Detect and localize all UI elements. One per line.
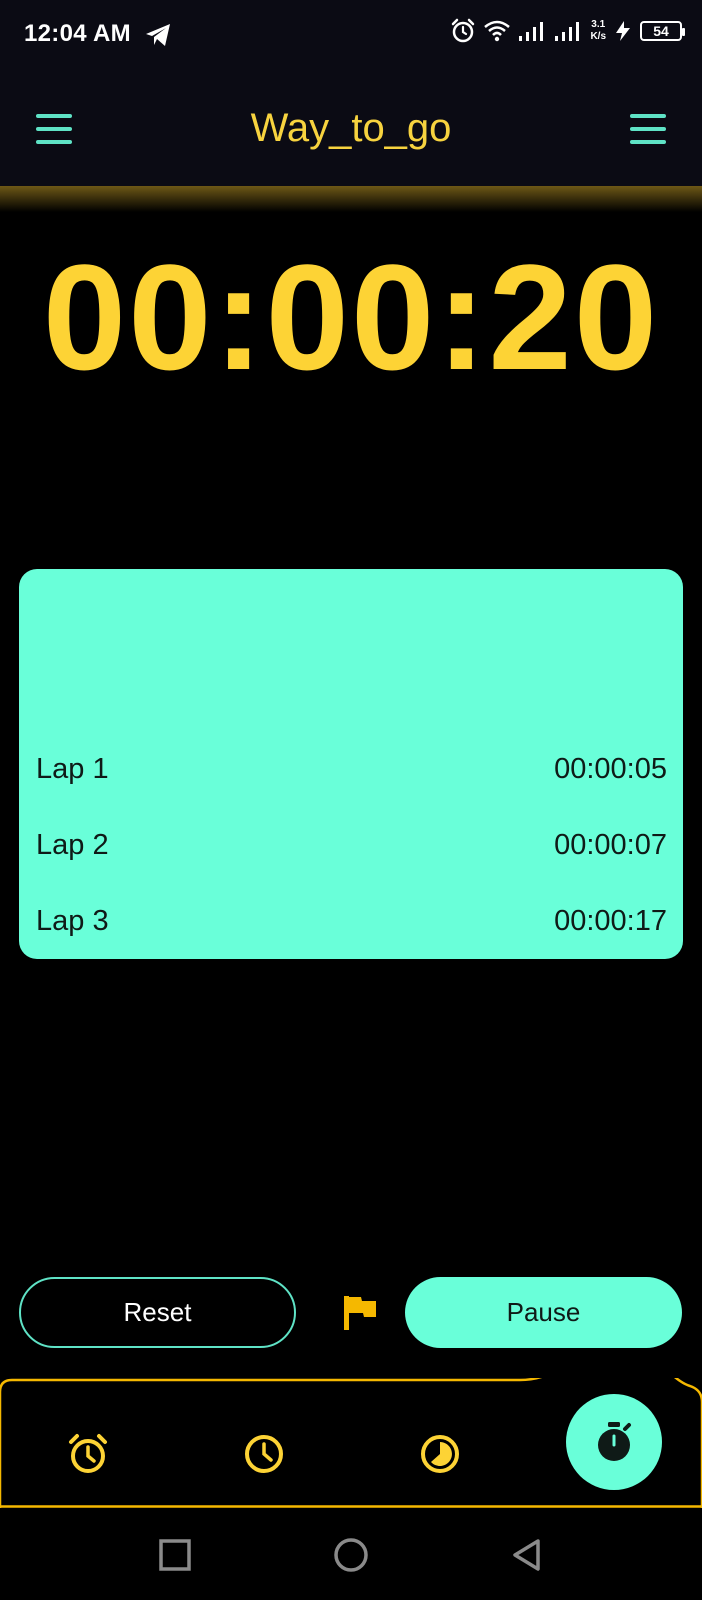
telegram-icon (146, 24, 170, 46)
reset-button-label: Reset (123, 1297, 192, 1327)
lap-label: Lap 1 (36, 752, 109, 785)
lap-row: Lap 1 00:00:05 (19, 731, 683, 807)
battery-level: 54 (653, 23, 669, 39)
reset-button[interactable]: Reset (19, 1277, 296, 1348)
pause-button-label: Pause (506, 1297, 581, 1327)
lap-list: Lap 1 00:00:05 Lap 2 00:00:07 Lap 3 00:0… (19, 731, 683, 959)
status-time: 12:04 AM (24, 20, 131, 47)
lap-time: 00:00:17 (554, 904, 667, 937)
stopwatch-tab[interactable] (566, 1394, 662, 1490)
stopwatch-display: 00:00:20 (42, 233, 660, 401)
recents-icon[interactable] (156, 1536, 194, 1574)
charging-icon (616, 21, 630, 41)
network-speed-unit: K/s (590, 31, 606, 42)
lap-row: Lap 2 00:00:07 (19, 807, 683, 883)
lap-row: Lap 3 00:00:17 (19, 883, 683, 959)
alarm-icon[interactable] (66, 1432, 110, 1476)
pause-button[interactable]: Pause (405, 1277, 682, 1348)
clock-icon[interactable] (242, 1432, 286, 1476)
battery-icon: 54 (640, 21, 685, 41)
lap-time: 00:00:07 (554, 828, 667, 861)
home-icon[interactable] (332, 1536, 370, 1574)
timer-icon[interactable] (418, 1432, 462, 1476)
laps-card: Lap 1 00:00:05 Lap 2 00:00:07 Lap 3 00:0… (19, 569, 683, 959)
network-speed-value: 3.1 (591, 19, 606, 30)
app-bar: Way_to_go (0, 72, 702, 186)
lap-label: Lap 2 (36, 828, 109, 861)
status-icons: 3.1 K/s 54 (450, 18, 685, 44)
app-bar-shadow (0, 186, 702, 212)
network-speed: 3.1 K/s (590, 19, 606, 43)
status-bar: 12:04 AM 3.1 K/s 54 (0, 0, 702, 72)
wifi-icon (484, 20, 511, 42)
signal-icon (555, 22, 580, 41)
lap-time: 00:00:05 (554, 752, 667, 785)
flag-icon[interactable] (342, 1294, 378, 1332)
app-title: Way_to_go (250, 106, 452, 150)
signal-icon (519, 22, 544, 41)
alarm-icon (452, 18, 475, 43)
lap-label: Lap 3 (36, 904, 109, 937)
back-icon[interactable] (508, 1536, 546, 1574)
stopwatch-icon (598, 1422, 631, 1461)
menu-icon[interactable] (630, 114, 666, 144)
